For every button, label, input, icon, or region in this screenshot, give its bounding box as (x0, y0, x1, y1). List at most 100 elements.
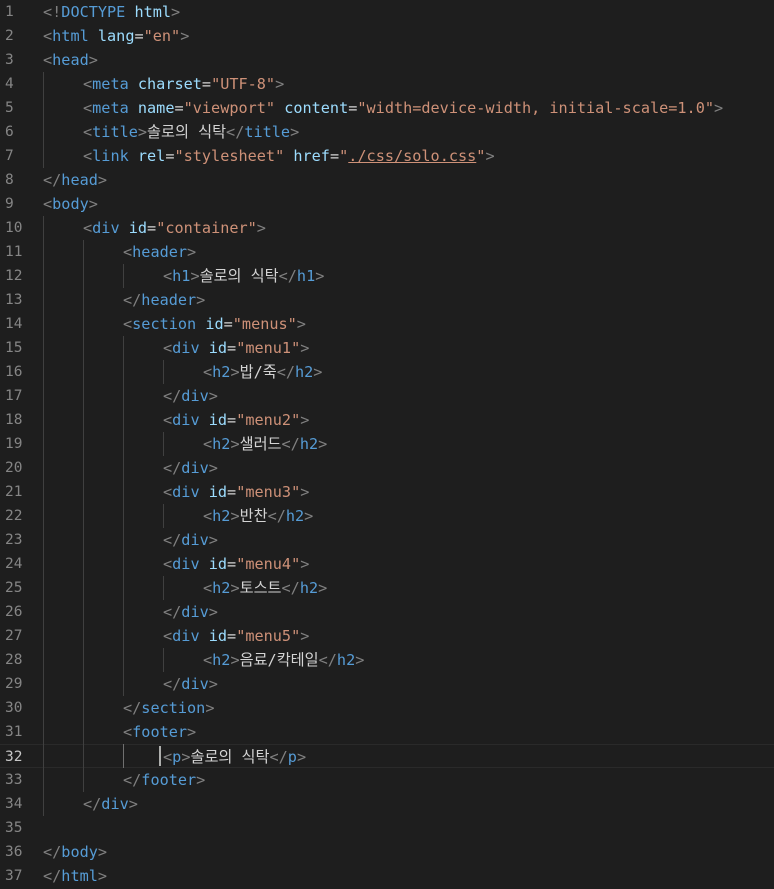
code-token: > (208, 603, 218, 621)
code-token: 솔로의 식탁 (147, 123, 227, 141)
code-token: 솔로의 식탁 (199, 267, 279, 285)
code-text: </div> (83, 792, 138, 816)
code-line[interactable]: 12 <h1>솔로의 식탁</h1> (0, 264, 774, 288)
code-line[interactable]: 30 </section> (0, 696, 774, 720)
code-token: <! (43, 3, 62, 21)
code-token: > (230, 507, 240, 525)
code-token: < (203, 435, 213, 453)
code-line[interactable]: 9 <body> (0, 192, 774, 216)
code-text: <body> (43, 192, 98, 216)
code-text: <div id="menu2"> (163, 408, 309, 432)
code-line[interactable]: 6 <title>솔로의 식탁</title> (0, 120, 774, 144)
line-number: 27 (5, 628, 23, 644)
code-token: < (83, 75, 93, 93)
code-token: div (181, 459, 209, 477)
code-line[interactable]: 11 <header> (0, 240, 774, 264)
code-line[interactable]: 18 <div id="menu2"> (0, 408, 774, 432)
code-line[interactable]: 13 </header> (0, 288, 774, 312)
code-line[interactable]: 26 </div> (0, 600, 774, 624)
code-token: > (315, 267, 325, 285)
code-line[interactable]: 14 <section id="menus"> (0, 312, 774, 336)
code-line[interactable]: 16 <h2>밥/죽</h2> (0, 360, 774, 384)
code-token: meta (92, 99, 129, 117)
code-token: div (181, 531, 209, 549)
code-token: > (300, 339, 310, 357)
code-token: " (339, 147, 349, 165)
line-number: 20 (5, 460, 23, 476)
line-number: 8 (5, 172, 14, 188)
code-token: = (227, 627, 237, 645)
code-line[interactable]: 33 </footer> (0, 768, 774, 792)
code-token: 음료/칵테일 (239, 651, 319, 669)
line-number: 11 (5, 244, 23, 260)
code-line[interactable]: 35 (0, 816, 774, 840)
code-text: </div> (163, 384, 218, 408)
code-text: <h1>솔로의 식탁</h1> (163, 264, 324, 288)
code-editor[interactable]: 1 <!DOCTYPE html> 2 <html lang="en"> 3 <head>… (0, 0, 774, 889)
indent-guide (83, 240, 84, 792)
code-line[interactable]: 8 </head> (0, 168, 774, 192)
code-line[interactable]: 29 </div> (0, 672, 774, 696)
code-token: = (227, 483, 237, 501)
code-token: > (208, 675, 218, 693)
code-token: </ (276, 363, 295, 381)
indent-guide (123, 744, 124, 768)
code-line[interactable]: 4 <meta charset="UTF-8"> (0, 72, 774, 96)
code-token: > (318, 579, 328, 597)
code-token: < (83, 219, 93, 237)
code-line[interactable]: 19 <h2>샐러드</h2> (0, 432, 774, 456)
code-line[interactable]: 15 <div id="menu1"> (0, 336, 774, 360)
code-token: "container" (156, 219, 257, 237)
code-line[interactable]: 23 </div> (0, 528, 774, 552)
code-token: h2 (212, 435, 231, 453)
code-text: </body> (43, 840, 107, 864)
code-token: charset (137, 75, 202, 93)
code-line[interactable]: 7 <link rel="stylesheet" href="./css/solo… (0, 144, 774, 168)
code-line[interactable]: 17 </div> (0, 384, 774, 408)
code-line[interactable]: 21 <div id="menu3"> (0, 480, 774, 504)
indent-guide (123, 336, 124, 696)
code-line[interactable]: 20 </div> (0, 456, 774, 480)
code-token: > (290, 123, 300, 141)
code-line[interactable]: 37 </html> (0, 864, 774, 888)
code-line[interactable]: 3 <head> (0, 48, 774, 72)
code-token: id (208, 555, 228, 573)
code-token: "menu4" (236, 555, 301, 573)
line-number: 30 (5, 700, 23, 716)
code-token: </ (163, 603, 182, 621)
code-line[interactable]: 25 <h2>토스트</h2> (0, 576, 774, 600)
code-token: > (187, 723, 197, 741)
code-line[interactable]: 5 <meta name="viewport" content="width=de… (0, 96, 774, 120)
line-number: 1 (5, 4, 14, 20)
code-text: </section> (123, 696, 214, 720)
code-token: </ (267, 507, 286, 525)
code-line[interactable]: 28 <h2>음료/칵테일</h2> (0, 648, 774, 672)
code-token: 반찬 (239, 507, 268, 525)
line-number: 17 (5, 388, 23, 404)
code-line[interactable]: 10 <div id="container"> (0, 216, 774, 240)
code-token: h2 (212, 579, 231, 597)
line-number: 6 (5, 124, 14, 140)
code-line[interactable]: 24 <div id="menu4"> (0, 552, 774, 576)
code-line[interactable]: 31 <footer> (0, 720, 774, 744)
code-line[interactable]: 36 </body> (0, 840, 774, 864)
code-line[interactable]: 2 <html lang="en"> (0, 24, 774, 48)
code-line[interactable]: 22 <h2>반찬</h2> (0, 504, 774, 528)
code-line[interactable]: 32 <p>솔로의 식탁</p> (0, 744, 774, 768)
code-token: 샐러드 (239, 435, 282, 453)
code-token: < (43, 51, 53, 69)
code-token: </ (43, 867, 62, 885)
code-token: </ (226, 123, 245, 141)
code-line[interactable]: 1 <!DOCTYPE html> (0, 0, 774, 24)
code-text: <!DOCTYPE html> (43, 0, 180, 24)
code-token: link (92, 147, 129, 165)
code-line[interactable]: 27 <div id="menu5"> (0, 624, 774, 648)
code-token: = (329, 147, 340, 165)
code-token: h2 (336, 651, 356, 669)
code-token: < (163, 627, 173, 645)
line-number: 13 (5, 292, 23, 308)
code-text: <h2>밥/죽</h2> (203, 360, 322, 384)
code-line[interactable]: 34 </div> (0, 792, 774, 816)
